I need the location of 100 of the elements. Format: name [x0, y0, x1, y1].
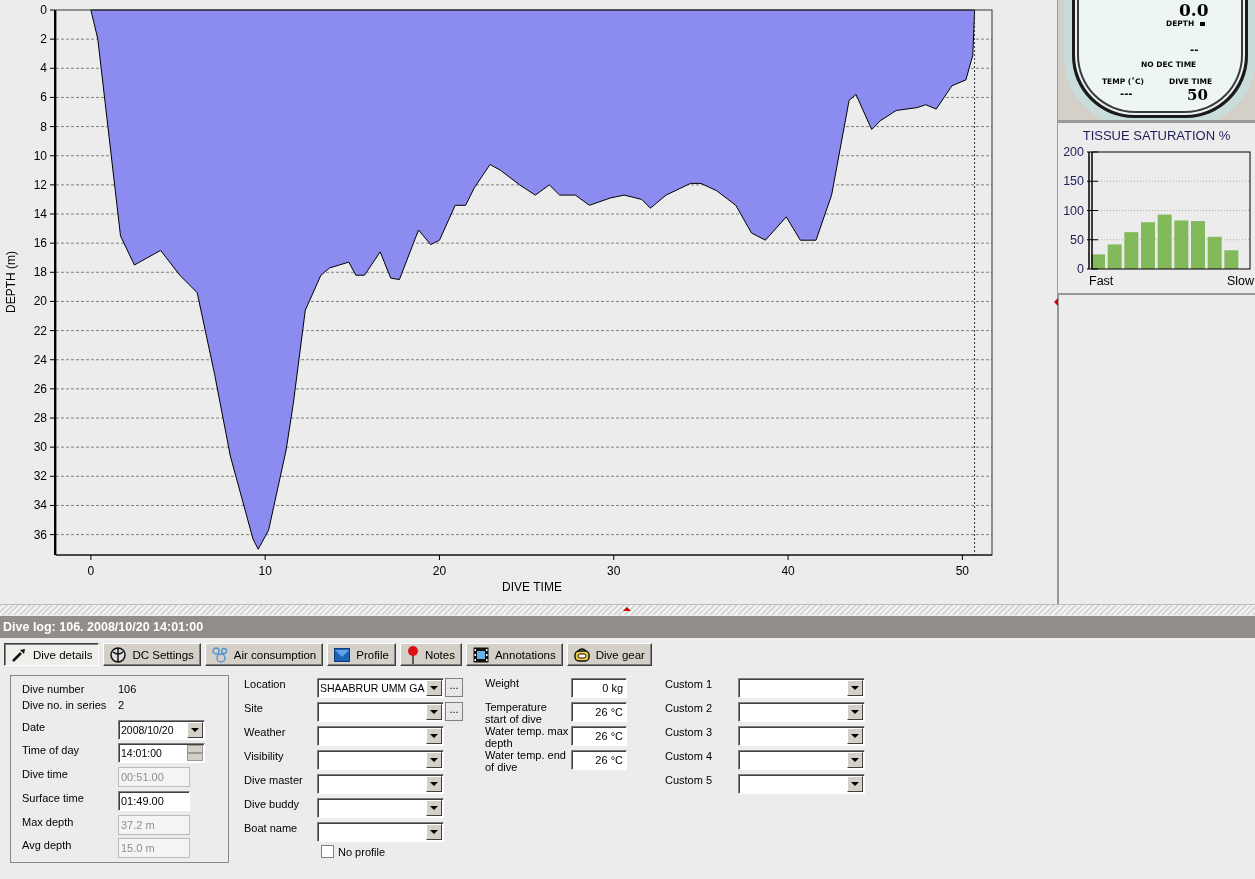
axis-title: DEPTH (m): [4, 251, 18, 313]
temp-reading: ---: [1120, 89, 1133, 99]
dropdown-button[interactable]: [426, 680, 442, 696]
bar: [1124, 232, 1139, 269]
field-label: Dive time: [22, 767, 69, 781]
field-label: Time of day: [22, 743, 81, 757]
film-icon: [472, 646, 489, 663]
spin-buttons[interactable]: [187, 745, 203, 762]
field-label: Water temp. end of dive: [485, 749, 567, 773]
axis-label: 26: [33, 381, 47, 396]
axis-label: 24: [33, 352, 47, 367]
input-field[interactable]: 26 °C: [571, 726, 627, 746]
axis-label: 50: [955, 564, 970, 578]
field-label: Dive master: [244, 774, 304, 786]
bar: [1191, 221, 1205, 269]
field-label: Weight: [485, 677, 521, 689]
axis-label: 16: [33, 236, 47, 251]
field-label: Site: [244, 702, 264, 714]
axis-title: DIVE TIME: [502, 580, 562, 594]
combo-box[interactable]: SHAABRUR UMM GA: [317, 678, 444, 698]
date-picker[interactable]: 2008/10/20: [118, 719, 205, 740]
bar: [1141, 222, 1155, 269]
axis-label: 10: [33, 148, 47, 163]
panel-title: Dive log: 106. 2008/10/20 14:01:00: [0, 616, 1255, 638]
input-field[interactable]: 0 kg: [571, 678, 627, 698]
axis-label: 18: [33, 265, 47, 280]
combo-box[interactable]: [317, 798, 444, 818]
axis-label: 0: [87, 564, 95, 578]
bar: [1157, 214, 1172, 269]
tab[interactable]: DC Settings: [103, 643, 201, 666]
field-label: Dive buddy: [244, 798, 301, 810]
dropdown-button[interactable]: [847, 680, 863, 696]
tab[interactable]: Profile: [327, 643, 396, 666]
splitter-marker-icon[interactable]: [623, 607, 631, 611]
checkbox[interactable]: No profile: [321, 845, 463, 858]
combo-box[interactable]: [738, 726, 865, 746]
axis-label: 36: [33, 527, 47, 542]
field-label: Custom 1: [665, 678, 714, 690]
field-label: Location: [244, 678, 287, 690]
input-field[interactable]: 26 °C: [571, 750, 627, 770]
dropdown-button[interactable]: [426, 728, 442, 744]
dropdown-button[interactable]: [426, 824, 442, 840]
axis-label: 6: [40, 90, 47, 105]
axis-label: 20: [432, 564, 447, 578]
axis-label: 34: [33, 498, 47, 513]
wand-icon: [11, 646, 27, 663]
combo-box[interactable]: [738, 774, 865, 794]
dropdown-button[interactable]: [847, 704, 863, 720]
dropdown-button[interactable]: [847, 752, 863, 768]
combo-box[interactable]: [738, 750, 865, 770]
combo-box[interactable]: [738, 678, 865, 698]
combo-box[interactable]: [317, 774, 444, 794]
browse-button[interactable]: ...: [445, 678, 463, 697]
tab[interactable]: Air consumption: [204, 643, 324, 666]
axis-label: 50: [1070, 232, 1084, 247]
tab[interactable]: Annotations: [465, 643, 563, 666]
input-field[interactable]: 26 °C: [571, 702, 627, 722]
combo-box[interactable]: [317, 702, 444, 722]
time-field[interactable]: 14:01:00: [118, 743, 205, 764]
dropdown-button[interactable]: [426, 704, 442, 720]
dropdown-button[interactable]: [426, 752, 442, 768]
axis-label: 2: [40, 32, 47, 47]
axis-label: 150: [1063, 174, 1084, 189]
field-label: Date: [22, 719, 47, 733]
tab[interactable]: Notes: [399, 643, 462, 666]
dropdown-button[interactable]: [847, 728, 863, 744]
browse-button[interactable]: ...: [445, 702, 463, 721]
field-label: Water temp. max depth: [485, 725, 570, 749]
profile-icon: [334, 646, 351, 663]
axis-label: Fast: [1089, 274, 1114, 288]
field-label: Max depth: [22, 814, 75, 828]
axis-label: 14: [33, 207, 47, 221]
axis-label: Slow: [1226, 274, 1254, 288]
axis-label: 30: [33, 440, 47, 455]
combo-box[interactable]: [317, 750, 444, 770]
tab[interactable]: Dive gear: [566, 643, 652, 666]
dropdown-button[interactable]: [847, 776, 863, 792]
pin-icon: [406, 645, 419, 664]
splitter-marker-icon[interactable]: [1054, 298, 1058, 306]
field-label: Custom 4: [665, 750, 714, 762]
bar: [1207, 236, 1222, 269]
field-value: 106: [118, 682, 137, 695]
axis-label: 12: [33, 177, 47, 192]
chart-title: TISSUE SATURATION %: [1081, 129, 1232, 143]
axis-label: 0: [1077, 262, 1084, 276]
tab[interactable]: Dive details: [4, 643, 100, 666]
dropdown-button[interactable]: [187, 721, 203, 738]
input-field[interactable]: 01:49.00: [118, 790, 190, 811]
dropdown-button[interactable]: [426, 776, 442, 792]
dropdown-button[interactable]: [426, 800, 442, 816]
bubbles-icon: [211, 646, 228, 663]
axis-label: 100: [1063, 203, 1084, 218]
combo-box[interactable]: [317, 822, 444, 842]
field-label: Surface time: [22, 790, 85, 804]
combo-box[interactable]: [317, 726, 444, 746]
axis-label: 28: [33, 411, 47, 425]
field-label: Temperature start of dive: [485, 701, 548, 725]
bar: [1107, 244, 1122, 269]
field-label: Weather: [244, 726, 287, 738]
combo-box[interactable]: [738, 702, 865, 722]
